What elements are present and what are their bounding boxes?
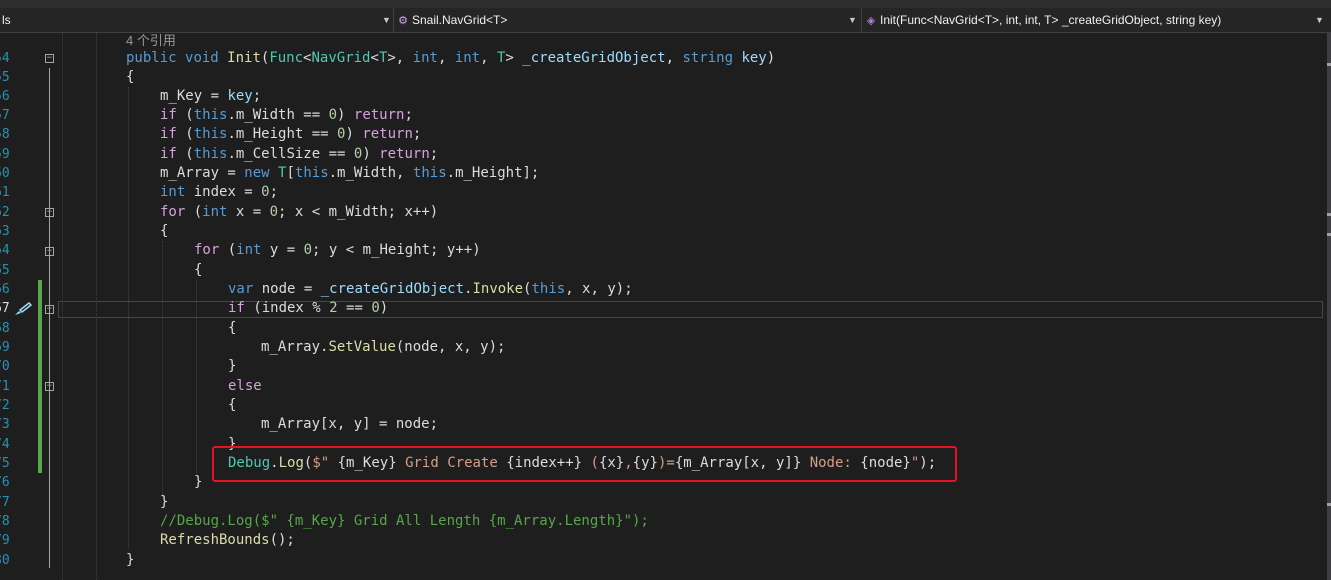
line-number: 76 — [0, 475, 10, 490]
line-number: 75 — [0, 456, 10, 471]
quick-action-brush-icon[interactable] — [13, 301, 33, 317]
code-line-61[interactable]: int index = 0; — [160, 183, 278, 202]
code-line-69[interactable]: m_Array.SetValue(node, x, y); — [261, 338, 505, 357]
code-line-58[interactable]: if (this.m_Height == 0) return; — [160, 125, 421, 144]
line-number: 61 — [0, 185, 10, 200]
code-line-67[interactable]: if (index % 2 == 0) — [228, 299, 388, 318]
code-line-54[interactable]: public void Init(Func<NavGrid<T>, int, i… — [126, 49, 775, 68]
line-number: 55 — [0, 70, 10, 85]
fold-collapse-icon[interactable]: − — [45, 247, 54, 256]
code-line-60[interactable]: m_Array = new T[this.m_Width, this.m_Hei… — [160, 164, 539, 183]
project-label: ls — [2, 13, 11, 27]
code-line-78[interactable]: //Debug.Log($" {m_Key} Grid All Length {… — [160, 512, 649, 531]
line-number: 68 — [0, 321, 10, 336]
outline-line — [49, 68, 50, 568]
line-number: 73 — [0, 417, 10, 432]
line-number: 63 — [0, 224, 10, 239]
line-number: 64 — [0, 243, 10, 258]
navigation-bar: ls ▼ ⚙ Snail.NavGrid<T> ▼ ◈ Init(Func<NavG… — [0, 8, 1331, 33]
line-number: 70 — [0, 359, 10, 374]
scrollbar-marker — [1327, 213, 1331, 216]
indent-guide — [128, 87, 129, 549]
scrollbar-marker — [1327, 63, 1331, 66]
codelens-references[interactable]: 4 个引用 — [126, 30, 176, 49]
line-number: 69 — [0, 340, 10, 355]
line-number: 59 — [0, 147, 10, 162]
fold-collapse-icon[interactable]: − — [45, 54, 54, 63]
code-line-68[interactable]: { — [228, 319, 236, 338]
code-line-59[interactable]: if (this.m_CellSize == 0) return; — [160, 145, 438, 164]
line-number: 60 — [0, 166, 10, 181]
code-line-57[interactable]: if (this.m_Width == 0) return; — [160, 106, 413, 125]
line-number: 66 — [0, 282, 10, 297]
code-line-66[interactable]: var node = _createGridObject.Invoke(this… — [228, 280, 633, 299]
line-number: 58 — [0, 127, 10, 142]
fold-collapse-icon[interactable]: − — [45, 305, 54, 314]
class-label: Snail.NavGrid<T> — [412, 13, 508, 27]
project-dropdown[interactable]: ls ▼ — [0, 8, 394, 32]
code-line-70[interactable]: } — [228, 357, 236, 376]
class-icon: ⚙ — [398, 15, 408, 27]
line-number: 80 — [0, 553, 10, 568]
line-number: 62 — [0, 205, 10, 220]
vertical-scrollbar[interactable] — [1327, 33, 1331, 580]
chevron-down-icon[interactable]: ▼ — [1315, 8, 1324, 32]
title-strip — [0, 0, 1331, 8]
fold-collapse-icon[interactable]: − — [45, 382, 54, 391]
scrollbar-marker — [1327, 233, 1331, 236]
line-number: 78 — [0, 514, 10, 529]
line-number: 56 — [0, 89, 10, 104]
code-line-56[interactable]: m_Key = key; — [160, 87, 261, 106]
code-line-76[interactable]: } — [194, 473, 202, 492]
code-line-72[interactable]: { — [228, 396, 236, 415]
code-line-63[interactable]: { — [160, 222, 168, 241]
line-number: 74 — [0, 437, 10, 452]
line-number: 57 — [0, 108, 10, 123]
code-line-71[interactable]: else — [228, 377, 262, 396]
chevron-down-icon[interactable]: ▼ — [382, 8, 391, 32]
scrollbar-marker — [1327, 503, 1331, 506]
method-icon: ◈ — [866, 15, 876, 27]
code-line-77[interactable]: } — [160, 493, 168, 512]
code-line-80[interactable]: } — [126, 551, 134, 570]
member-dropdown[interactable]: ◈ Init(Func<NavGrid<T>, int, int, T> _cre… — [862, 8, 1331, 32]
line-number: 72 — [0, 398, 10, 413]
chevron-down-icon[interactable]: ▼ — [848, 8, 857, 32]
line-number: 54 — [0, 51, 10, 66]
line-number: 77 — [0, 495, 10, 510]
change-tracking-bar — [38, 280, 42, 473]
indent-guide — [162, 241, 163, 497]
class-dropdown[interactable]: ⚙ Snail.NavGrid<T> ▼ — [394, 8, 862, 32]
member-label: Init(Func<NavGrid<T>, int, int, T> _crea… — [880, 13, 1222, 27]
line-number-current: 67 — [0, 301, 10, 316]
line-number: 65 — [0, 263, 10, 278]
code-line-65[interactable]: { — [194, 261, 202, 280]
code-line-55[interactable]: { — [126, 68, 134, 87]
code-editor[interactable]: 54 55 56 57 58 59 60 61 62 63 64 65 66 6… — [0, 33, 1331, 580]
code-line-79[interactable]: RefreshBounds(); — [160, 531, 295, 550]
line-number: 79 — [0, 533, 10, 548]
code-line-64[interactable]: for (int y = 0; y < m_Height; y++) — [194, 241, 481, 260]
code-line-73[interactable]: m_Array[x, y] = node; — [261, 415, 438, 434]
line-number: 71 — [0, 379, 10, 394]
annotation-highlight-box — [212, 446, 957, 482]
fold-collapse-icon[interactable]: − — [45, 208, 54, 217]
code-line-62[interactable]: for (int x = 0; x < m_Width; x++) — [160, 203, 438, 222]
